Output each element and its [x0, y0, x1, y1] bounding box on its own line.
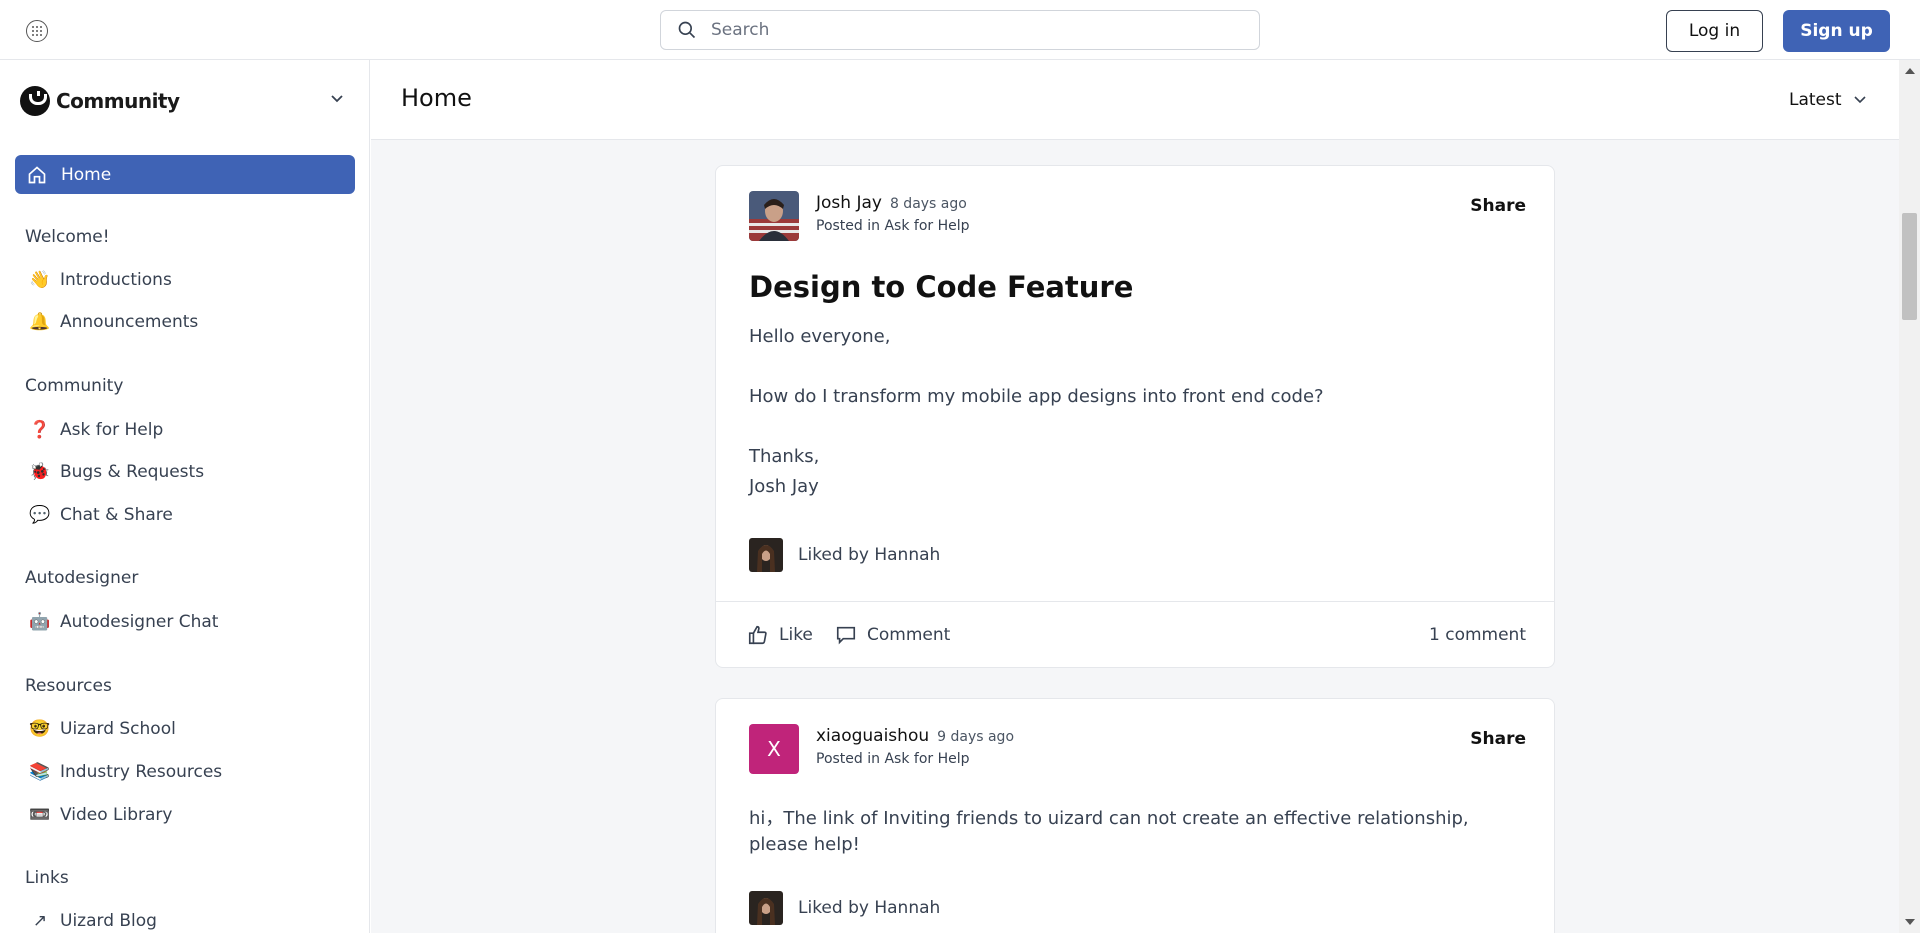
avatar[interactable]: X [749, 724, 799, 774]
liked-by[interactable]: Liked by Hannah [749, 891, 940, 925]
post-body-line: Josh Jay [749, 476, 819, 497]
author-name-text[interactable]: xiaoguaishou [816, 726, 929, 746]
like-button[interactable]: Like [747, 624, 813, 646]
post-body-line: Hello everyone, [749, 326, 891, 347]
section-title-community: Community [25, 376, 124, 396]
sidebar: Community Home Welcome! 👋 Introductions … [0, 60, 370, 933]
sidebar-item-autodesigner-chat[interactable]: 🤖 Autodesigner Chat [28, 612, 218, 632]
search-box[interactable] [660, 10, 1260, 50]
post-body-line: hi，The link of Inviting friends to uizar… [749, 808, 1469, 829]
external-link-icon: ↗ [32, 911, 48, 931]
brand[interactable]: Community [20, 86, 180, 116]
search-icon [678, 21, 696, 39]
main-header: Home Latest [371, 60, 1899, 140]
nerd-face-icon: 🤓 [29, 719, 51, 739]
robot-icon: 🤖 [29, 612, 51, 632]
post-title[interactable]: Design to Code Feature [749, 270, 1133, 304]
post-time: 9 days ago [937, 729, 1015, 745]
sidebar-item-label: Video Library [60, 805, 173, 825]
post-card: Josh Jay 8 days ago Posted in Ask for Hel… [715, 165, 1555, 668]
sidebar-item-label: Autodesigner Chat [60, 612, 219, 632]
bell-icon: 🔔 [29, 312, 51, 332]
avatar[interactable] [749, 191, 799, 241]
scroll-down-arrow-icon[interactable] [1905, 919, 1915, 925]
comment-count[interactable]: 1 comment [1429, 625, 1526, 645]
posted-in[interactable]: Posted in Ask for Help [816, 751, 970, 767]
liked-by-text: Liked by Hannah [798, 898, 941, 918]
post-body-line: How do I transform my mobile app designs… [749, 386, 1324, 407]
share-button[interactable]: Share [1470, 196, 1526, 216]
sidebar-item-label: Home [61, 164, 112, 185]
sidebar-item-label: Announcements [60, 312, 199, 332]
avatar [749, 538, 783, 572]
books-icon: 📚 [29, 762, 51, 782]
sidebar-item-announcements[interactable]: 🔔 Announcements [28, 312, 198, 332]
sidebar-item-ask-for-help[interactable]: ❓ Ask for Help [28, 420, 163, 440]
question-icon: ❓ [29, 420, 51, 440]
sidebar-item-chat-share[interactable]: 💬 Chat & Share [28, 505, 173, 525]
brand-logo [20, 86, 50, 116]
page-title: Home [401, 84, 472, 112]
author-name[interactable]: xiaoguaishou 9 days ago [816, 726, 1014, 746]
speech-bubble-icon: 💬 [29, 505, 51, 525]
sort-label: Latest [1789, 90, 1842, 110]
sidebar-item-uizard-blog[interactable]: ↗ Uizard Blog [28, 911, 157, 931]
liked-by-text: Liked by Hannah [798, 545, 941, 565]
sidebar-item-label: Industry Resources [60, 762, 223, 782]
signup-button[interactable]: Sign up [1783, 10, 1890, 52]
sidebar-item-bugs-requests[interactable]: 🐞 Bugs & Requests [28, 462, 204, 482]
search-input[interactable] [711, 20, 1231, 40]
section-title-resources: Resources [25, 676, 112, 696]
main-content: Home Latest Josh Jay 8 days ago Posted in… [371, 60, 1899, 933]
section-title-links: Links [25, 868, 69, 888]
thumbs-up-icon [748, 625, 767, 645]
author-name[interactable]: Josh Jay 8 days ago [816, 193, 967, 213]
wave-icon: 👋 [29, 270, 51, 290]
videocassette-icon: 📼 [29, 805, 51, 825]
sidebar-item-label: Bugs & Requests [60, 462, 205, 482]
comment-button[interactable]: Comment [835, 624, 950, 646]
sidebar-item-label: Uizard Blog [60, 911, 157, 931]
top-bar: Log in Sign up [0, 0, 1920, 60]
post-card: X xiaoguaishou 9 days ago Posted in Ask f… [715, 698, 1555, 933]
share-button[interactable]: Share [1470, 729, 1526, 749]
scrollbar-thumb[interactable] [1902, 213, 1917, 320]
chevron-down-icon [1853, 96, 1866, 104]
ladybug-icon: 🐞 [29, 462, 51, 482]
post-actions: Like Comment 1 comment [716, 601, 1554, 668]
sidebar-item-label: Ask for Help [60, 420, 164, 440]
brand-name: Community [56, 89, 180, 113]
sidebar-item-uizard-school[interactable]: 🤓 Uizard School [28, 719, 176, 739]
section-title-welcome: Welcome! [25, 227, 110, 247]
sidebar-item-label: Uizard School [60, 719, 176, 739]
like-label: Like [779, 625, 813, 645]
sidebar-item-label: Chat & Share [60, 505, 173, 525]
sidebar-item-introductions[interactable]: 👋 Introductions [28, 270, 172, 290]
sort-dropdown[interactable]: Latest [1789, 90, 1866, 110]
sidebar-item-video-library[interactable]: 📼 Video Library [28, 805, 172, 825]
scrollbar[interactable] [1899, 60, 1920, 933]
author-name-text[interactable]: Josh Jay [816, 193, 882, 213]
liked-by[interactable]: Liked by Hannah [749, 538, 940, 572]
sidebar-item-label: Introductions [60, 270, 172, 290]
post-body-line: Thanks, [749, 446, 820, 467]
chevron-down-icon[interactable] [330, 94, 344, 104]
post-time: 8 days ago [889, 196, 967, 212]
login-button[interactable]: Log in [1666, 10, 1763, 52]
sidebar-item-home[interactable]: Home [15, 155, 355, 194]
post-body-line: please help! [749, 834, 860, 855]
avatar [749, 891, 783, 925]
section-title-autodesigner: Autodesigner [25, 568, 139, 588]
home-icon [28, 165, 46, 183]
apps-menu-icon[interactable] [26, 20, 48, 42]
sidebar-item-industry-resources[interactable]: 📚 Industry Resources [28, 762, 222, 782]
comment-icon [836, 626, 856, 645]
comment-label: Comment [867, 625, 951, 645]
posted-in[interactable]: Posted in Ask for Help [816, 218, 970, 234]
scroll-up-arrow-icon[interactable] [1905, 68, 1915, 74]
